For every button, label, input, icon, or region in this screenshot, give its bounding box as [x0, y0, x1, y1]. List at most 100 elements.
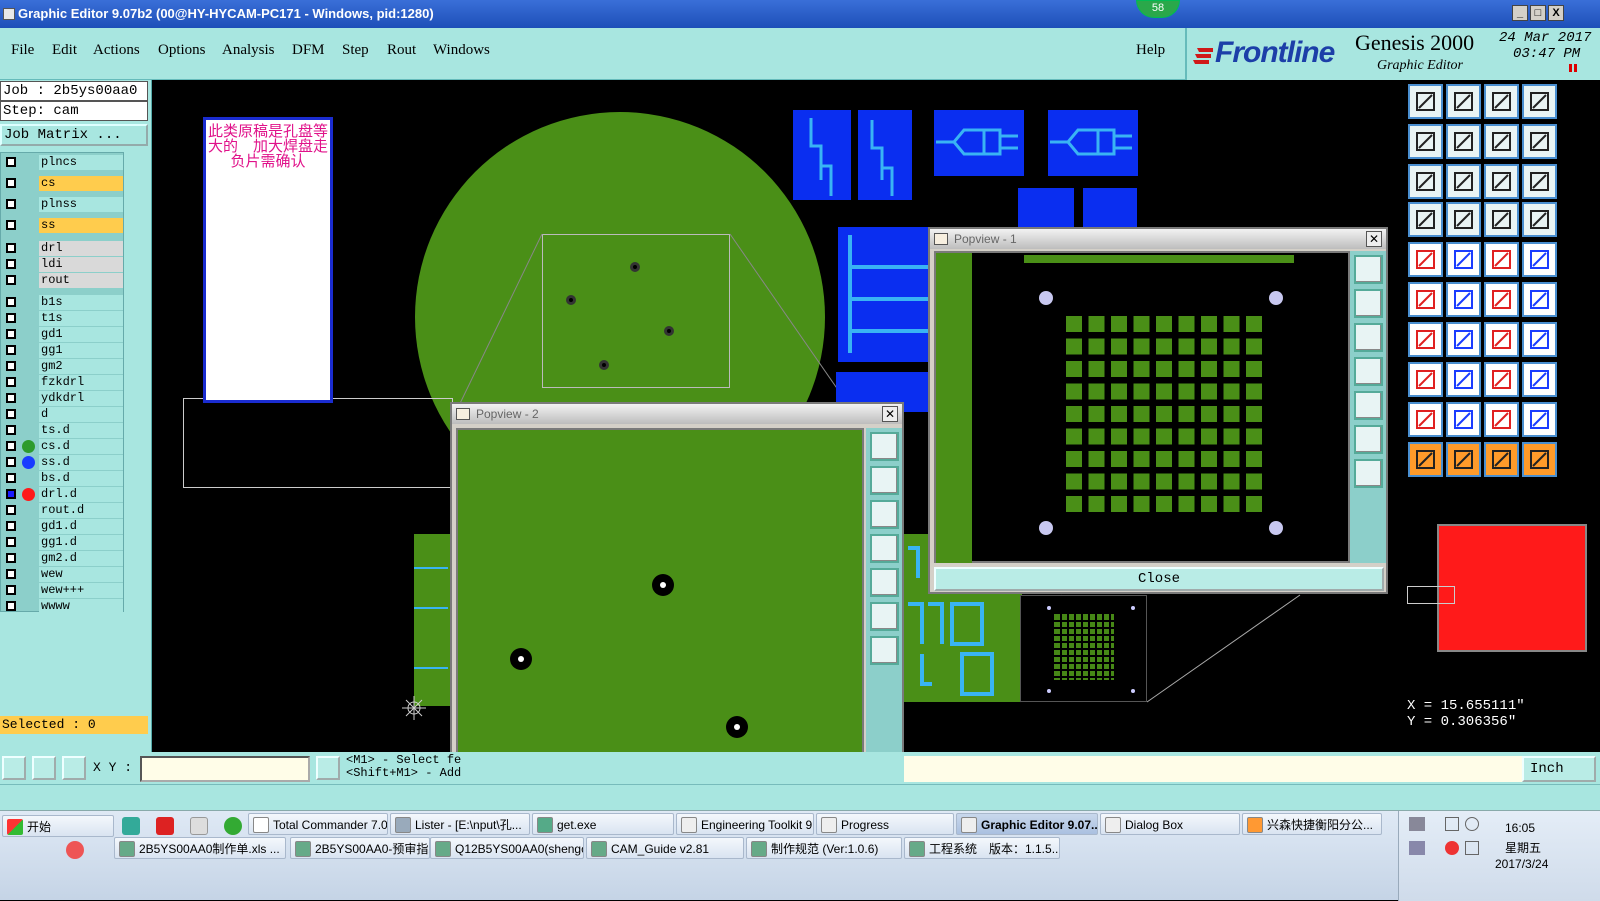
- arch-icon[interactable]: [1484, 402, 1519, 437]
- job-matrix-button[interactable]: Job Matrix ...: [0, 124, 148, 146]
- align-icon[interactable]: [1408, 362, 1443, 397]
- menu-analysis[interactable]: Analysis: [222, 42, 275, 59]
- ruler-icon[interactable]: [1484, 242, 1519, 277]
- taskbar-button[interactable]: Lister - [E:\nput\孔...: [390, 813, 530, 835]
- menu-options[interactable]: Options: [158, 42, 206, 59]
- slash-icon[interactable]: [1446, 322, 1481, 357]
- layer-checkbox[interactable]: [6, 457, 16, 467]
- layer-row[interactable]: gd1: [3, 327, 123, 342]
- taskbar-button[interactable]: 2B5YS00AA0-预审指示...: [290, 837, 430, 859]
- menu-help[interactable]: Help: [1136, 42, 1165, 59]
- pan-up-icon[interactable]: [1354, 289, 1383, 318]
- tray-icon[interactable]: [1409, 841, 1425, 855]
- browser-icon[interactable]: [224, 817, 242, 835]
- delete-icon[interactable]: [1446, 282, 1481, 317]
- menu-file[interactable]: File: [11, 42, 34, 59]
- pan-up-icon[interactable]: [870, 466, 899, 495]
- add-pad-icon[interactable]: [1408, 242, 1443, 277]
- zoom-home-icon[interactable]: [1354, 255, 1383, 284]
- layer-row[interactable]: ldi: [3, 257, 123, 272]
- zoom-fit-icon[interactable]: [1408, 164, 1443, 199]
- taskbar-button[interactable]: Graphic Editor 9.07...: [956, 813, 1098, 835]
- layer-checkbox[interactable]: [6, 601, 16, 611]
- pan-right-icon[interactable]: [1354, 391, 1383, 420]
- layer-row[interactable]: rout.d: [3, 503, 123, 518]
- layer-row[interactable]: drl: [3, 241, 123, 256]
- layer-checkbox[interactable]: [6, 157, 16, 167]
- app-logo-icon[interactable]: [66, 841, 84, 859]
- layer-checkbox[interactable]: [6, 313, 16, 323]
- zoom-in-icon[interactable]: [870, 636, 899, 665]
- layer-row[interactable]: drl.d: [3, 487, 123, 502]
- layer-checkbox[interactable]: [6, 425, 16, 435]
- taskbar-button[interactable]: 制作规范 (Ver:1.0.6): [746, 837, 902, 859]
- route-icon[interactable]: [1522, 322, 1557, 357]
- menu-actions[interactable]: Actions: [93, 42, 140, 59]
- pdf-icon[interactable]: [156, 817, 174, 835]
- layer-checkbox[interactable]: [6, 361, 16, 371]
- layer-row[interactable]: cs: [3, 176, 123, 191]
- layer-checkbox[interactable]: [6, 178, 16, 188]
- layer-row[interactable]: wew+++: [3, 583, 123, 598]
- popview-1-canvas[interactable]: [934, 251, 1350, 563]
- pan-down-icon[interactable]: [870, 500, 899, 529]
- layer-row[interactable]: gm2.d: [3, 551, 123, 566]
- export-icon[interactable]: [1446, 124, 1481, 159]
- zoom-fit-icon[interactable]: [1354, 425, 1383, 454]
- layer-row[interactable]: plncs: [3, 155, 123, 170]
- volume-icon[interactable]: [1465, 841, 1479, 855]
- taskbar-button[interactable]: get.exe: [532, 813, 674, 835]
- taskbar-button[interactable]: Engineering Toolkit 9....: [676, 813, 814, 835]
- layer-checkbox[interactable]: [6, 585, 16, 595]
- layer-checkbox[interactable]: [6, 199, 16, 209]
- layer-row[interactable]: b1s: [3, 295, 123, 310]
- feature-icon[interactable]: [1446, 402, 1481, 437]
- clock-time[interactable]: 16:05: [1505, 821, 1535, 835]
- group-icon[interactable]: [1522, 362, 1557, 397]
- layer-checkbox[interactable]: [6, 441, 16, 451]
- start-button[interactable]: 开始: [2, 815, 114, 837]
- zoom-home-icon[interactable]: [870, 432, 899, 461]
- triangle-icon[interactable]: [1408, 402, 1443, 437]
- layer-checkbox[interactable]: [6, 393, 16, 403]
- popview-1-close-icon[interactable]: ✕: [1366, 231, 1382, 247]
- layer-checkbox[interactable]: [6, 220, 16, 230]
- layer-row[interactable]: gg1.d: [3, 535, 123, 550]
- layer-row[interactable]: fzkdrl: [3, 375, 123, 390]
- taskbar-button[interactable]: 工程系统 版本：1.1.5...: [904, 837, 1060, 859]
- quicklaunch-icon[interactable]: [122, 817, 140, 835]
- circle-icon[interactable]: [1522, 242, 1557, 277]
- arc-icon[interactable]: [1484, 322, 1519, 357]
- select-lasso-icon[interactable]: [1484, 442, 1519, 477]
- layer-row[interactable]: d: [3, 407, 123, 422]
- layer-checkbox[interactable]: [6, 569, 16, 579]
- layer-row[interactable]: plnss: [3, 197, 123, 212]
- add-shape-icon[interactable]: [1446, 242, 1481, 277]
- snap-settings-icon[interactable]: [1408, 202, 1443, 237]
- import-icon[interactable]: [1408, 124, 1443, 159]
- layer-row[interactable]: rout: [3, 273, 123, 288]
- layer-row[interactable]: t1s: [3, 311, 123, 326]
- layer-row[interactable]: gd1.d: [3, 519, 123, 534]
- profile-icon[interactable]: [1522, 402, 1557, 437]
- grid-icon[interactable]: [62, 756, 86, 780]
- layer-row[interactable]: cs.d: [3, 439, 123, 454]
- scale-icon[interactable]: [1484, 164, 1519, 199]
- taskbar-button[interactable]: CAM_Guide v2.81: [586, 837, 744, 859]
- popview-1-close-button[interactable]: Close: [934, 567, 1384, 591]
- layer-red-icon[interactable]: [1484, 202, 1519, 237]
- line-icon[interactable]: [1408, 322, 1443, 357]
- menu-windows[interactable]: Windows: [433, 42, 490, 59]
- layer-row[interactable]: ss.d: [3, 455, 123, 470]
- calculator-icon[interactable]: [190, 817, 208, 835]
- help-icon[interactable]: [1522, 164, 1557, 199]
- menu-step[interactable]: Step: [342, 42, 369, 59]
- layer-checkbox[interactable]: [6, 275, 16, 285]
- layer-row[interactable]: ss: [3, 218, 123, 233]
- save-icon[interactable]: [1446, 84, 1481, 119]
- layer-row[interactable]: bs.d: [3, 471, 123, 486]
- cursor-icon[interactable]: [316, 756, 340, 780]
- overview-window[interactable]: [1437, 524, 1587, 652]
- layer-checkbox[interactable]: [6, 473, 16, 483]
- xy-input[interactable]: [140, 756, 310, 782]
